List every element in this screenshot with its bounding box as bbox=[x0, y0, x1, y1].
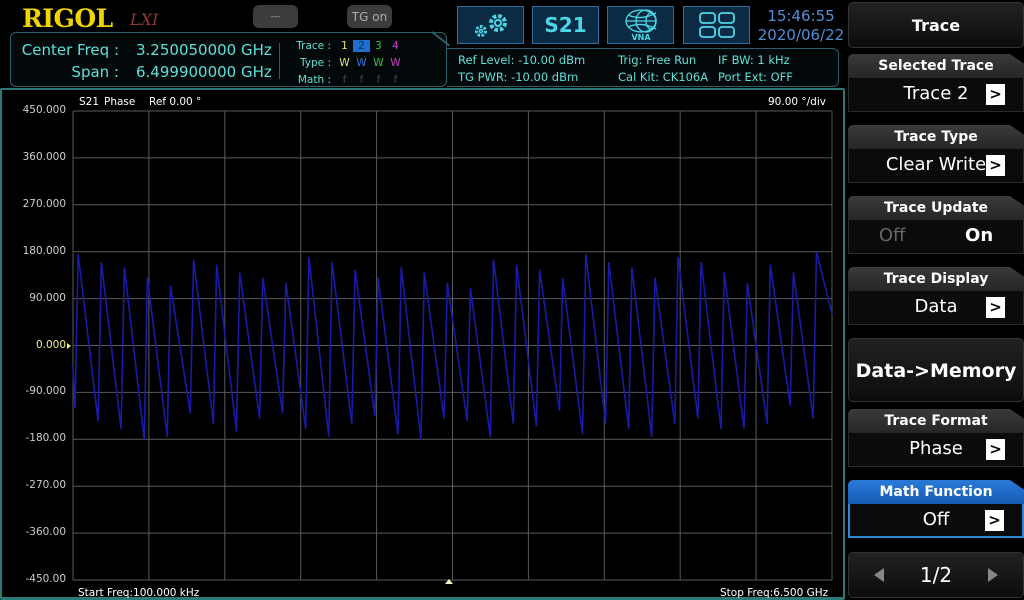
selected-trace-title: Selected Trace bbox=[848, 54, 1024, 78]
page-indicator: 1/2 bbox=[919, 563, 953, 587]
chevron-right-icon: > bbox=[986, 84, 1005, 105]
math-function-title: Math Function bbox=[848, 480, 1024, 504]
start-freq[interactable]: Start Freq:100.000 kHz bbox=[78, 587, 199, 599]
trace-format-value: Phase bbox=[909, 438, 963, 459]
data-to-memory-button[interactable]: Data->Memory bbox=[848, 338, 1024, 402]
next-page-icon[interactable] bbox=[988, 568, 998, 582]
trace-update-title: Trace Update bbox=[848, 196, 1024, 220]
trace-display-title: Trace Display bbox=[848, 267, 1024, 291]
softkey-trace-format[interactable]: Trace Format Phase > bbox=[848, 409, 1024, 467]
chevron-right-icon: > bbox=[986, 439, 1005, 460]
softkey-trace-type[interactable]: Trace Type Clear Write > bbox=[848, 125, 1024, 183]
trace-type-title: Trace Type bbox=[848, 125, 1024, 149]
menu-title-trace: Trace bbox=[848, 2, 1024, 48]
center-marker-icon bbox=[445, 579, 453, 584]
softkey-math-function[interactable]: Math Function Off > bbox=[848, 480, 1024, 538]
selected-trace-value: Trace 2 bbox=[903, 83, 969, 104]
prev-page-icon[interactable] bbox=[874, 568, 884, 582]
softkey-selected-trace[interactable]: Selected Trace Trace 2 > bbox=[848, 54, 1024, 112]
trace-type-value: Clear Write bbox=[885, 154, 987, 175]
math-function-value: Off bbox=[922, 509, 950, 530]
chevron-right-icon: > bbox=[985, 510, 1004, 531]
softkey-trace-update[interactable]: Trace Update Off On bbox=[848, 196, 1024, 254]
chevron-right-icon: > bbox=[986, 155, 1005, 176]
stop-freq[interactable]: Stop Freq:6.500 GHz bbox=[720, 587, 828, 599]
page-navigator: 1/2 bbox=[848, 552, 1024, 598]
trace-display-value: Data bbox=[914, 296, 958, 317]
softkey-trace-display[interactable]: Trace Display Data > bbox=[848, 267, 1024, 325]
trace-format-title: Trace Format bbox=[848, 409, 1024, 433]
trace-update-off[interactable]: Off bbox=[879, 220, 906, 253]
trace-update-on[interactable]: On bbox=[965, 220, 993, 253]
chevron-right-icon: > bbox=[986, 297, 1005, 318]
